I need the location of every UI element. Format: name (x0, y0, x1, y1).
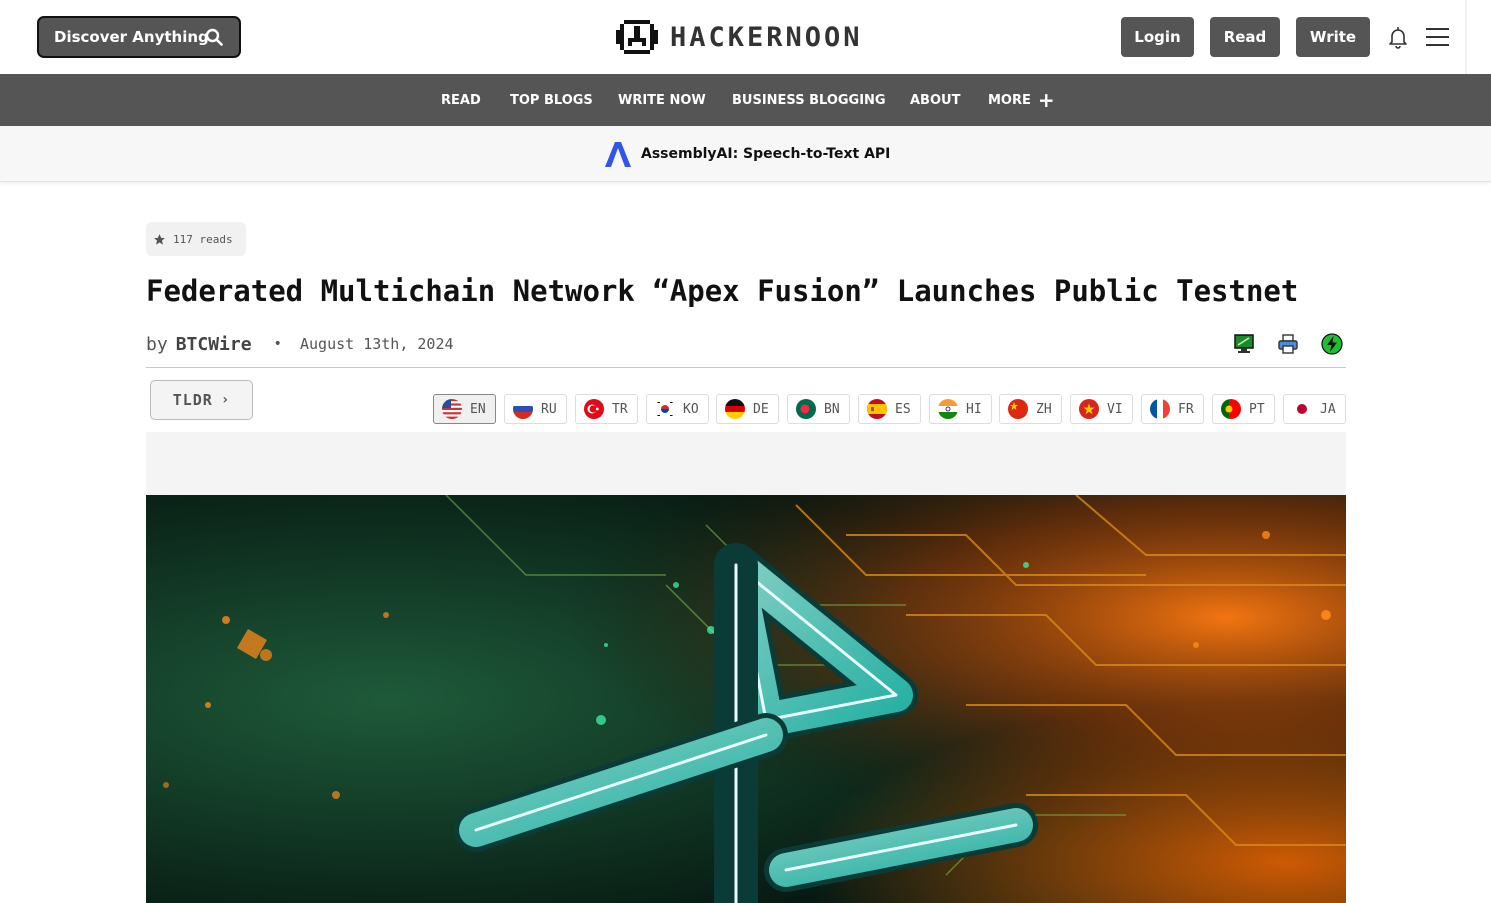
language-fr[interactable]: FR (1141, 394, 1204, 424)
author-link[interactable]: BTCWire (176, 334, 252, 355)
search-icon (205, 28, 223, 46)
sponsor-text: AssemblyAI: Speech-to-Text API (641, 146, 891, 162)
russia-flag-icon (513, 399, 533, 419)
china-flag-icon (1008, 399, 1028, 419)
language-ko[interactable]: KO (646, 394, 709, 424)
bangladesh-flag-icon (796, 399, 816, 419)
article-title: Federated Multichain Network “Apex Fusio… (146, 274, 1299, 308)
monitor-icon[interactable] (1233, 333, 1255, 355)
hamburger-menu-icon[interactable] (1426, 27, 1449, 47)
language-code: HI (966, 401, 982, 417)
hackernoon-logo-icon (616, 20, 658, 54)
publish-date: August 13th, 2024 (299, 335, 454, 353)
korea-flag-icon (655, 399, 675, 419)
star-icon (154, 233, 165, 245)
tldr-label: TLDR (172, 391, 213, 409)
language-vi[interactable]: VI (1070, 394, 1133, 424)
discover-search-button[interactable]: Discover Anything (37, 16, 241, 58)
chevron-right-icon: › (220, 392, 231, 408)
turkey-flag-icon (584, 399, 604, 419)
language-code: KO (683, 401, 699, 417)
language-code: ES (895, 401, 911, 417)
article-hero-image (146, 495, 1346, 903)
login-button[interactable]: Login (1121, 17, 1194, 57)
language-code: PT (1249, 401, 1265, 417)
reads-count: 117 reads (173, 232, 233, 246)
nav-item-read[interactable]: READ (441, 74, 481, 126)
language-en[interactable]: EN (433, 394, 496, 424)
byline-separator: • (273, 336, 282, 352)
language-code: EN (470, 401, 486, 417)
tldr-button[interactable]: TLDR › (150, 380, 253, 420)
us-flag-icon (442, 399, 462, 419)
language-code: TR (612, 401, 628, 417)
language-code: RU (541, 401, 557, 417)
assemblyai-logo-icon (605, 142, 631, 167)
france-flag-icon (1150, 399, 1170, 419)
byline-divider (146, 367, 1346, 368)
language-code: VI (1107, 401, 1123, 417)
reads-badge: 117 reads (146, 222, 246, 256)
language-code: DE (753, 401, 769, 417)
read-button[interactable]: Read (1210, 17, 1280, 57)
nav-item-about[interactable]: ABOUT (910, 74, 960, 126)
apex-fusion-hero-graphic (146, 495, 1346, 903)
germany-flag-icon (725, 399, 745, 419)
japan-flag-icon (1292, 399, 1312, 419)
language-zh[interactable]: ZH (999, 394, 1062, 424)
hackernoon-logo[interactable]: HACKERNOON (616, 16, 863, 58)
language-es[interactable]: ES (858, 394, 921, 424)
nav-item-write-now[interactable]: WRITE NOW (618, 74, 706, 126)
nav-more-label: MORE (988, 92, 1031, 108)
nav-item-more[interactable]: MORE + (988, 74, 1055, 126)
language-hi[interactable]: HI (929, 394, 992, 424)
language-ja[interactable]: JA (1283, 394, 1346, 424)
bell-icon[interactable] (1386, 25, 1410, 49)
spain-flag-icon (867, 399, 887, 419)
site-header: Discover Anything HACKERNOON Login Read … (0, 0, 1491, 74)
language-de[interactable]: DE (716, 394, 779, 424)
logo-wordmark: HACKERNOON (670, 21, 863, 53)
language-pt[interactable]: PT (1212, 394, 1275, 424)
printer-icon[interactable] (1277, 333, 1299, 355)
language-code: ZH (1036, 401, 1052, 417)
language-code: BN (824, 401, 840, 417)
article-byline: by BTCWire • August 13th, 2024 (146, 332, 454, 356)
language-tr[interactable]: TR (575, 394, 638, 424)
india-flag-icon (938, 399, 958, 419)
byline-by: by (146, 333, 168, 355)
language-ru[interactable]: RU (504, 394, 567, 424)
ad-placeholder (146, 432, 1346, 495)
main-navigation: READ TOP BLOGS WRITE NOW BUSINESS BLOGGI… (0, 74, 1491, 126)
plus-icon: + (1037, 88, 1055, 112)
nav-item-top-blogs[interactable]: TOP BLOGS (510, 74, 593, 126)
write-button[interactable]: Write (1296, 17, 1370, 57)
language-code: FR (1178, 401, 1194, 417)
language-code: JA (1320, 401, 1336, 417)
sponsor-banner: AssemblyAI: Speech-to-Text API (0, 126, 1491, 182)
lightning-icon[interactable] (1321, 333, 1343, 355)
portugal-flag-icon (1221, 399, 1241, 419)
language-bn[interactable]: BN (787, 394, 850, 424)
sponsor-link[interactable]: AssemblyAI: Speech-to-Text API (603, 140, 890, 168)
nav-item-business-blogging[interactable]: BUSINESS BLOGGING (732, 74, 886, 126)
vietnam-flag-icon (1079, 399, 1099, 419)
discover-button-label: Discover Anything (54, 28, 209, 46)
